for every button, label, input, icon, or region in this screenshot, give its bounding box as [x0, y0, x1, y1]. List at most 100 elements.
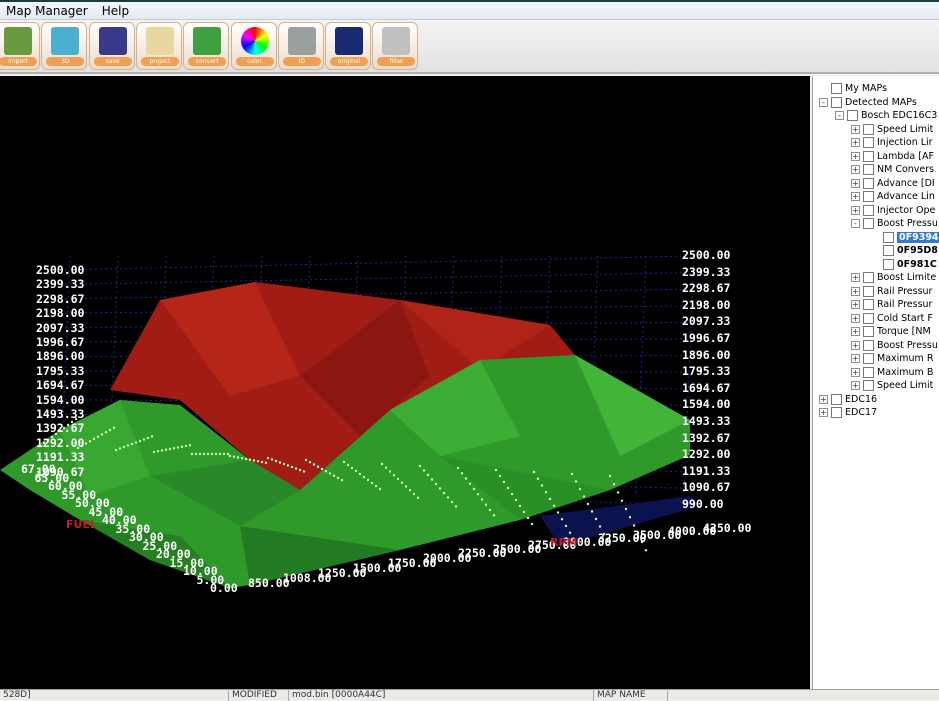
checkbox[interactable] — [863, 353, 874, 364]
tree-item[interactable]: 0F981C — [871, 258, 937, 271]
checkbox[interactable] — [847, 110, 858, 121]
expand-icon[interactable]: + — [851, 340, 860, 350]
tree-item[interactable]: + Cold Start F — [851, 312, 933, 325]
collapse-icon[interactable]: - — [835, 111, 844, 120]
menu-map-manager[interactable]: Map Manager — [6, 4, 88, 18]
tree-item[interactable]: My MAPs — [819, 82, 887, 95]
collapse-icon[interactable]: - — [819, 97, 828, 107]
checkbox[interactable] — [883, 245, 894, 256]
checkbox[interactable] — [863, 123, 874, 135]
checkbox[interactable] — [863, 272, 874, 283]
checkbox[interactable] — [863, 218, 874, 229]
import-icon — [4, 27, 32, 55]
checkbox[interactable] — [863, 380, 874, 391]
checkbox[interactable] — [863, 137, 874, 148]
checkbox[interactable] — [863, 150, 874, 162]
tree-item[interactable]: + EDC16 — [819, 393, 877, 406]
calculator-icon — [287, 27, 316, 55]
collapse-icon[interactable]: - — [851, 219, 860, 228]
expand-icon[interactable]: + — [851, 273, 860, 282]
surface-point — [620, 499, 624, 502]
surface-point — [270, 458, 274, 461]
expand-icon[interactable]: + — [851, 165, 860, 174]
toolbar-button-label: color — [235, 57, 274, 66]
expand-icon[interactable]: + — [851, 367, 860, 377]
toolbar-button-color[interactable]: color — [230, 22, 277, 70]
expand-icon[interactable]: + — [851, 327, 860, 336]
checkbox[interactable] — [863, 339, 874, 351]
checkbox[interactable] — [863, 204, 874, 216]
z-tick-left: 1795.33 — [36, 363, 85, 378]
tree-item[interactable]: - Detected MAPs — [819, 96, 917, 109]
expand-icon[interactable]: + — [851, 151, 860, 161]
expand-icon[interactable]: + — [851, 192, 860, 201]
tree-item[interactable]: 0F95D8 — [871, 244, 938, 257]
expand-icon[interactable]: + — [851, 138, 860, 147]
toolbar-button-save[interactable]: save — [88, 22, 135, 70]
tree-item[interactable]: + Speed Limit — [851, 123, 933, 136]
expand-icon[interactable]: + — [851, 300, 860, 309]
tree-item[interactable]: + Lambda [AF — [851, 150, 934, 163]
checkbox[interactable] — [831, 393, 842, 405]
tree-item[interactable]: + NM Convers — [851, 163, 934, 176]
surface-point — [126, 444, 130, 447]
tree-item[interactable]: + Advance Lin — [851, 190, 935, 203]
tree-item[interactable]: + Maximum R — [851, 352, 933, 365]
z-tick-right: 2198.00 — [682, 297, 731, 312]
tree-item[interactable]: + Advance [DI — [851, 177, 935, 190]
tree-item[interactable]: + Boost Pressu — [851, 339, 938, 352]
tree-item[interactable]: + Speed Limit — [851, 379, 933, 392]
expand-icon[interactable]: + — [851, 381, 860, 390]
expand-icon[interactable]: + — [851, 286, 860, 296]
surface-point — [450, 500, 454, 504]
tree-item[interactable]: 0F9394 — [871, 231, 939, 244]
tree-item[interactable]: + Torque [NM — [851, 325, 931, 338]
tree-item[interactable]: - Boost Pressu — [851, 217, 938, 230]
expand-icon[interactable]: + — [851, 313, 860, 323]
expand-icon[interactable]: + — [819, 394, 828, 404]
checkbox[interactable] — [863, 164, 874, 175]
tree-item[interactable]: + Rail Pressur — [851, 285, 932, 298]
expand-icon[interactable]: + — [851, 124, 860, 134]
expand-icon[interactable]: + — [851, 354, 860, 363]
checkbox[interactable] — [831, 407, 842, 418]
tree-item[interactable]: + Boost Limite — [851, 271, 936, 284]
expand-icon[interactable]: + — [851, 178, 860, 188]
tree-item[interactable]: - Bosch EDC16C3 — [835, 109, 937, 122]
checkbox[interactable] — [831, 96, 842, 108]
toolbar-button-convert[interactable]: convert — [183, 22, 230, 70]
checkbox[interactable] — [863, 191, 874, 202]
surface-point — [400, 481, 404, 484]
tree-item[interactable]: + Injection Lir — [851, 136, 933, 149]
z-tick-left: 1996.67 — [36, 335, 85, 349]
checkbox[interactable] — [831, 83, 842, 94]
toolbar-button-3D[interactable]: 3D — [41, 22, 88, 70]
checkbox[interactable] — [863, 312, 874, 324]
checkbox[interactable] — [863, 326, 874, 337]
checkbox[interactable] — [863, 299, 874, 310]
surface-point — [112, 426, 116, 429]
surface-point — [222, 452, 226, 456]
toolbar-button-filter[interactable]: filter — [372, 22, 419, 70]
checkbox[interactable] — [863, 366, 874, 378]
toolbar-button-original[interactable]: original — [325, 22, 372, 70]
tree-item[interactable]: + Maximum B — [851, 366, 933, 379]
checkbox[interactable] — [883, 258, 894, 270]
checkbox[interactable] — [863, 177, 874, 189]
toolbar-button-import[interactable]: import — [0, 22, 40, 70]
tree-item[interactable]: + Rail Pressur — [851, 298, 932, 311]
expand-icon[interactable]: + — [851, 205, 860, 215]
menu-help[interactable]: Help — [102, 4, 129, 18]
toolbar-button-label: save — [93, 57, 132, 66]
tree-item[interactable]: + Injector Ope — [851, 204, 935, 217]
tree-item[interactable]: + EDC17 — [819, 406, 877, 419]
checkbox[interactable] — [863, 285, 874, 297]
toolbar-button-label: project — [140, 57, 179, 66]
expand-icon[interactable]: + — [819, 408, 828, 417]
surface-point — [540, 484, 544, 487]
toolbar-button-project[interactable]: project — [135, 22, 182, 70]
toolbar-button-ID[interactable]: ID — [277, 22, 324, 70]
checkbox[interactable] — [883, 231, 894, 243]
3d-map-view[interactable]: 2500.00 2399.33 2298.67 2198.00 2097.33 1996.… — [0, 76, 810, 689]
toolbar-button-label: 3D — [46, 57, 85, 66]
